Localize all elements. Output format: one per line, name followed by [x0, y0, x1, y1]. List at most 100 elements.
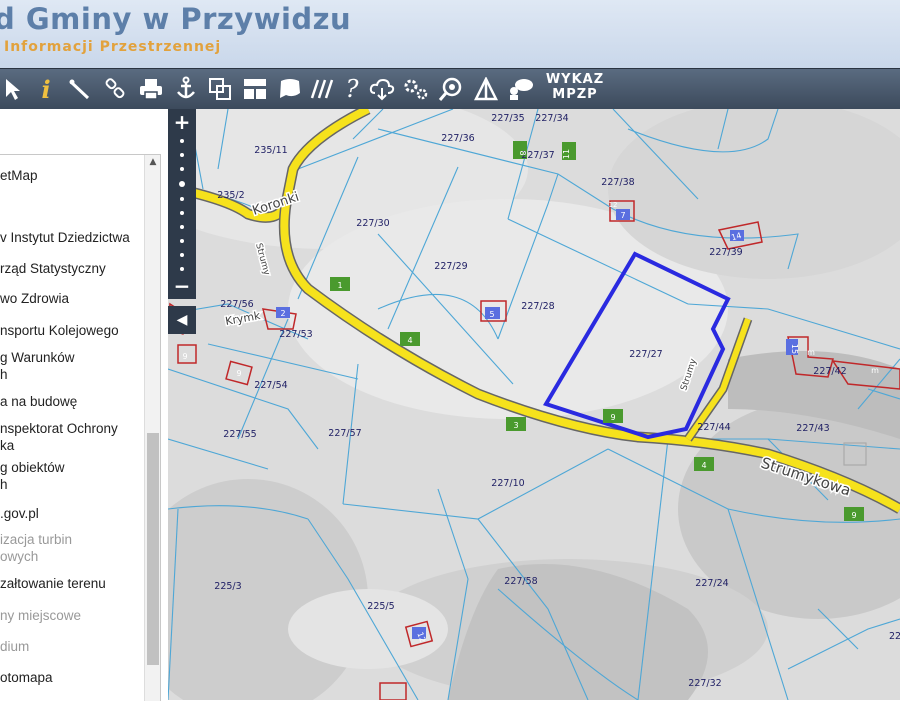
address-marker-label: 12	[609, 201, 618, 209]
parcel-label: 227/58	[504, 576, 537, 587]
layers-sidebar: etMap v Instytut Dziedzictwa rząd Statysty…	[0, 109, 169, 701]
hatch-icon[interactable]	[308, 75, 336, 103]
parcel-label: 227/56	[220, 299, 253, 310]
bubble-icon[interactable]	[276, 75, 304, 103]
app-header: d Gminy w Przywidzu Informacji Przestrze…	[0, 0, 900, 68]
zoom-level-dot-active[interactable]	[179, 181, 185, 187]
address-marker-label: 3	[513, 421, 518, 430]
address-marker-label: 9	[851, 511, 856, 520]
address-marker-label: 4	[407, 336, 412, 345]
building-number-label: 2	[280, 309, 285, 318]
address-marker-label: 8	[518, 150, 527, 155]
parcel-label: 227/42	[813, 366, 846, 377]
layer-item[interactable]: nspektorat Ochrony ka	[0, 420, 142, 454]
copy-icon[interactable]	[206, 75, 234, 103]
layer-item[interactable]: otomapa	[0, 669, 142, 686]
map-svg[interactable]: KoronkiStrumykowaKrymkStrumyStrumy 227/3…	[168, 109, 900, 700]
layer-item[interactable]: dium	[0, 638, 142, 655]
parcel-label: 227/10	[491, 478, 524, 489]
settings-icon[interactable]	[402, 75, 430, 103]
parcel-label: 225/3	[214, 581, 241, 592]
zoom-level-dot[interactable]	[180, 225, 184, 229]
app-title: d Gminy w Przywidzu	[0, 2, 352, 36]
parcel-label: 227/34	[535, 113, 568, 124]
parcel-label: 227/27	[629, 349, 662, 360]
layer-item[interactable]: g obiektów h	[0, 459, 142, 493]
zoom-control: + −	[168, 109, 196, 299]
cloud-icon[interactable]	[368, 75, 396, 103]
triangle-icon[interactable]	[472, 75, 500, 103]
parcel-label: 227/24	[695, 578, 728, 589]
zoom-level-dot[interactable]	[180, 167, 184, 171]
scroll-up-arrow-icon[interactable]: ▲	[145, 157, 160, 169]
parcel-label: 227/35	[491, 113, 524, 124]
parcel-label: 227/29	[434, 261, 467, 272]
search-map-icon[interactable]	[437, 75, 465, 103]
zoom-level-dot[interactable]	[180, 153, 184, 157]
map-toolbar: i ?	[0, 68, 900, 110]
parcel-label: 227/44	[697, 422, 730, 433]
zoom-level-dot[interactable]	[180, 253, 184, 257]
parcel-label: 227/55	[223, 429, 256, 440]
pointer-icon[interactable]	[0, 75, 26, 103]
parcel-label: 227/30	[356, 218, 389, 229]
zoom-level-dot[interactable]	[180, 239, 184, 243]
parcel-label: 227/39	[709, 247, 742, 258]
layer-item[interactable]: ny miejscowe	[0, 607, 142, 624]
print-icon[interactable]	[137, 75, 165, 103]
building-number-label: 15	[790, 344, 799, 354]
layers-scrollbar[interactable]: ▲	[144, 155, 160, 701]
address-marker-label: 9	[610, 413, 615, 422]
zoom-in-button[interactable]: +	[168, 111, 196, 133]
layer-item[interactable]: załtowanie terenu	[0, 575, 142, 592]
parcel-label: 227/43	[796, 423, 829, 434]
map-canvas[interactable]: Koronki Strumykowa Krymk Strumy Strumy 227/3…	[168, 109, 900, 700]
layer-item[interactable]: izacja turbin owych	[0, 531, 142, 565]
help-icon[interactable]: ?	[338, 75, 366, 103]
layout-icon[interactable]	[241, 75, 269, 103]
layers-panel: etMap v Instytut Dziedzictwa rząd Statysty…	[0, 154, 161, 701]
scrollbar-thumb[interactable]	[147, 433, 159, 665]
building-number-label: 5	[489, 310, 494, 319]
collapse-sidebar-button[interactable]: ◀	[168, 306, 196, 334]
layer-item[interactable]: nsportu Kolejowego	[0, 322, 142, 339]
layer-item[interactable]: wo Zdrowia	[0, 290, 142, 307]
chat-icon[interactable]	[506, 75, 534, 103]
parcel-label: 235/2	[217, 190, 244, 201]
layer-item[interactable]: v Instytut Dziedzictwa	[0, 229, 142, 246]
parcel-label: 227/54	[254, 380, 287, 391]
zoom-out-button[interactable]: −	[168, 275, 196, 297]
parcel-label: 227/32	[688, 678, 721, 689]
building-number-label: 9	[182, 352, 187, 361]
info-icon[interactable]: i	[32, 75, 60, 104]
layer-item[interactable]: g Warunków h	[0, 349, 142, 383]
parcel-label: 235/11	[254, 145, 287, 156]
app-subtitle: Informacji Przestrzennej	[4, 39, 222, 55]
measure-icon[interactable]	[66, 75, 94, 103]
parcel-label: 227/38	[601, 177, 634, 188]
address-marker-label: 11	[562, 149, 571, 159]
parcel-label: 227/28	[521, 301, 554, 312]
building-number-label: 9	[236, 369, 241, 378]
zoom-level-dot[interactable]	[180, 211, 184, 215]
wykaz-mpzp-button[interactable]: WYKAZ MPZP	[542, 72, 608, 102]
wykaz-label-line2: MPZP	[552, 87, 598, 102]
building-number-label: m	[807, 348, 815, 357]
zoom-level-dot[interactable]	[180, 197, 184, 201]
zoom-level-dot[interactable]	[180, 139, 184, 143]
address-marker-label: 1	[337, 281, 342, 290]
building-number-label: m	[871, 366, 879, 375]
zoom-level-dot[interactable]	[180, 267, 184, 271]
layer-item[interactable]: .gov.pl	[0, 505, 142, 522]
parcel-label: 227/57	[328, 428, 361, 439]
parcel-label: 227/36	[441, 133, 474, 144]
parcel-label: 227/53	[279, 329, 312, 340]
layer-item[interactable]: a na budowę	[0, 393, 142, 410]
link-icon[interactable]	[102, 75, 130, 103]
building-number-label: 7	[620, 211, 625, 220]
parcel-label: 225/5	[367, 601, 394, 612]
layer-item[interactable]: rząd Statystyczny	[0, 260, 142, 277]
layer-item[interactable]: etMap	[0, 167, 142, 184]
address-marker-label: 4	[701, 461, 706, 470]
anchor-icon[interactable]	[172, 75, 200, 103]
